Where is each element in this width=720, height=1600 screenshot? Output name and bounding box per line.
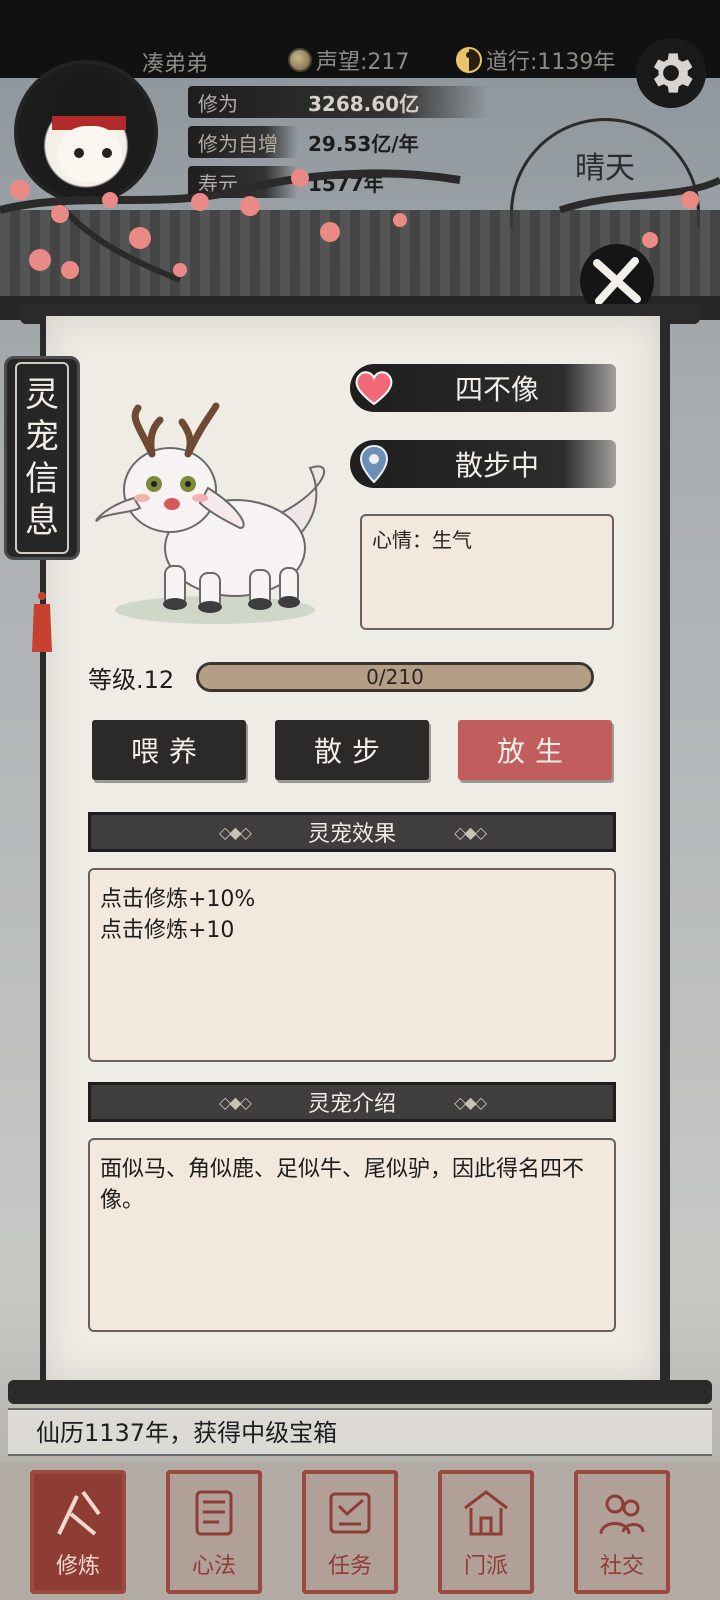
player-name: 凑弟弟	[142, 52, 209, 77]
pet-effects-box: 点击修炼+10% 点击修炼+10	[88, 868, 616, 1062]
pet-effects-header: ◇◆◇ 灵宠效果 ◇◆◇	[88, 812, 616, 852]
pet-status: 散步中	[454, 449, 539, 482]
cultivate-icon	[57, 1490, 101, 1536]
nav-label: 门派	[463, 1554, 508, 1579]
tab-char-3: 信	[25, 459, 59, 499]
coin-icon	[288, 48, 312, 72]
pet-info-tab: 灵 宠 信 息	[4, 356, 80, 560]
nav-label: 修炼	[55, 1554, 100, 1579]
gear-icon	[653, 53, 693, 93]
settings-button[interactable]	[636, 38, 706, 108]
cultivation-value: 3268.60亿	[308, 91, 420, 116]
cultivation-label: 修为	[198, 91, 238, 116]
bottom-nav: 修炼 心法 任务 门派 社交	[0, 1462, 720, 1600]
pet-effects-title: 灵宠效果	[307, 822, 396, 847]
nav-tasks[interactable]: 任务	[302, 1470, 398, 1594]
pet-level: 等级.12	[88, 666, 175, 694]
pet-intro-box: 面似马、角似鹿、足似牛、尾似驴，因此得名四不像。	[88, 1138, 616, 1332]
effect-line-2: 点击修炼+10	[100, 918, 235, 943]
reputation-text: 声望:217	[316, 50, 410, 75]
ornament-right-icon: ◇◆◇	[454, 823, 487, 842]
ornament-left-icon: ◇◆◇	[219, 823, 252, 842]
reputation-stat: 声望:217	[288, 44, 409, 76]
pet-status-pill: 散步中	[350, 440, 616, 488]
pet-sibuxiang-image	[95, 402, 326, 624]
tab-char-2: 宠	[25, 417, 59, 457]
tassel-ornament	[32, 560, 52, 652]
pet-mood-box: 心情：生气	[360, 514, 614, 630]
pet-intro-header: ◇◆◇ 灵宠介绍 ◇◆◇	[88, 1082, 616, 1122]
tab-char-1: 灵	[25, 375, 59, 415]
ornament-left-icon: ◇◆◇	[219, 1093, 252, 1112]
scroll-icon	[195, 1490, 233, 1536]
heart-icon	[355, 371, 393, 406]
sect-icon	[464, 1490, 508, 1536]
social-icon	[599, 1494, 645, 1535]
effect-line-1: 点击修炼+10%	[100, 887, 256, 912]
xp-progress-bar: 0/210	[196, 662, 594, 692]
daoxing-stat: 道行:1139年	[456, 44, 615, 76]
pet-intro-title: 灵宠介绍	[307, 1092, 396, 1117]
nav-cultivate[interactable]: 修炼	[30, 1470, 126, 1594]
ornament-right-icon: ◇◆◇	[454, 1093, 487, 1112]
pet-name-pill: 四不像	[350, 364, 616, 412]
cultivation-row: 修为 3268.60亿	[188, 84, 508, 120]
nav-social[interactable]: 社交	[574, 1470, 670, 1594]
walk-button[interactable]: 散步	[275, 720, 429, 780]
task-icon	[329, 1492, 371, 1534]
nav-sect[interactable]: 门派	[438, 1470, 534, 1594]
feed-button[interactable]: 喂养	[92, 720, 246, 780]
nav-label: 任务	[327, 1554, 372, 1579]
nav-mind-method[interactable]: 心法	[166, 1470, 262, 1594]
tab-char-4: 息	[25, 501, 59, 541]
release-button[interactable]: 放生	[458, 720, 612, 780]
daoxing-text: 道行:1139年	[486, 50, 616, 75]
event-log: 仙历1137年，获得中级宝箱	[8, 1408, 712, 1456]
nav-label: 心法	[191, 1554, 236, 1579]
nav-label: 社交	[599, 1554, 644, 1579]
xp-text: 0/210	[366, 665, 424, 689]
location-pin-icon	[359, 444, 389, 484]
yinyang-icon	[456, 47, 482, 73]
panel-bottom-frame	[8, 1380, 712, 1404]
close-icon	[593, 257, 641, 305]
pet-name: 四不像	[454, 373, 539, 406]
